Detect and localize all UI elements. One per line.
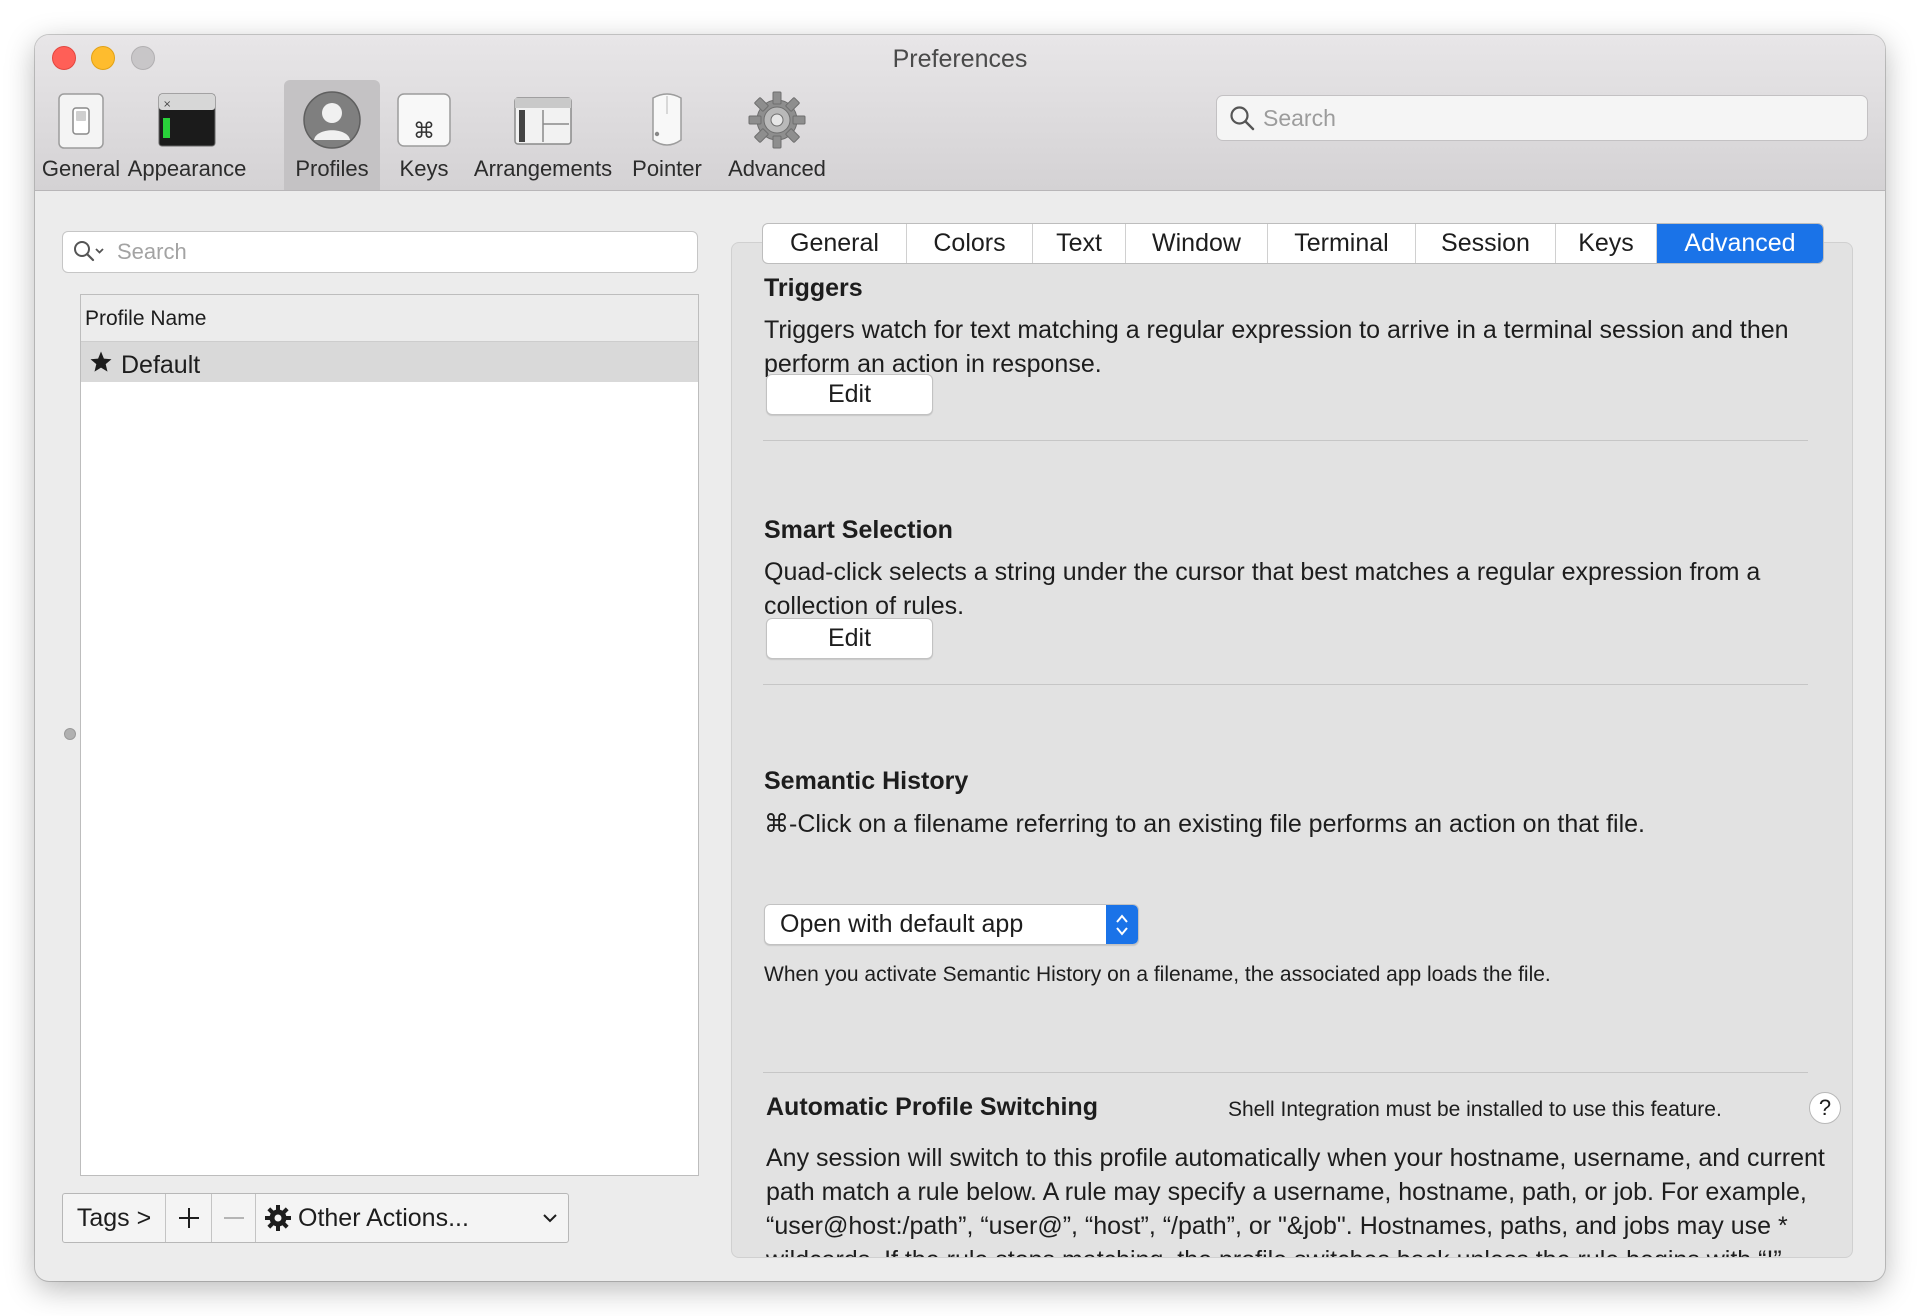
table-row[interactable]: Default [81,342,698,382]
profile-actions-bar: Tags > Other Actions... [62,1193,569,1243]
triggers-title: Triggers [764,274,863,302]
tab-text[interactable]: Text [1033,224,1126,263]
smart-selection-edit-button[interactable]: Edit [766,618,933,659]
search-icon [1229,105,1255,136]
auto-profile-switching-description: Any session will switch to this profile … [766,1144,1825,1257]
profile-name-column-header[interactable]: Profile Name [81,295,698,342]
toolbar-arrangements-label: Arrangements [473,156,613,181]
semantic-history-note: When you activate Semantic History on a … [764,963,1551,986]
shell-integration-notice: Shell Integration must be installed to u… [1228,1098,1722,1121]
terminal-window-icon: × [157,90,217,150]
smart-selection-description: Quad-click selects a string under the cu… [764,558,1761,620]
toolbar-keys[interactable]: ⌘ Keys [385,80,463,190]
profile-search[interactable] [62,231,698,273]
general-switch-icon [51,90,111,150]
toolbar-profiles-label: Profiles [295,156,369,181]
tab-terminal[interactable]: Terminal [1268,224,1416,263]
toolbar-advanced-label: Advanced [728,156,826,181]
toolbar-profiles[interactable]: Profiles [284,80,380,190]
star-icon [89,350,113,381]
semantic-history-action-select[interactable]: Open with default app [764,904,1139,945]
window-arrangement-icon [513,90,573,150]
toolbar-general-label: General [41,156,121,181]
person-silhouette-icon [302,90,362,150]
svg-text:×: × [163,99,171,110]
add-profile-button[interactable] [166,1194,212,1242]
auto-profile-switching-title: Automatic Profile Switching [766,1093,1098,1121]
search-with-options-icon [73,240,107,269]
preferences-search[interactable] [1216,95,1868,141]
toolbar-general[interactable]: General [41,80,121,190]
toolbar-arrangements[interactable]: Arrangements [465,80,621,190]
help-button[interactable]: ? [1809,1092,1841,1124]
other-actions-label: Other Actions... [298,1203,469,1232]
triggers-edit-button[interactable]: Edit [766,374,933,415]
tab-general[interactable]: General [763,224,907,263]
plus-icon [178,1208,199,1228]
gear-icon [265,1205,291,1231]
toolbar-pointer-label: Pointer [632,156,702,181]
triggers-description: Triggers watch for text matching a regul… [764,316,1789,378]
smart-selection-title: Smart Selection [764,516,953,544]
tab-window[interactable]: Window [1126,224,1268,263]
toolbar-pointer[interactable]: Pointer [622,80,712,190]
semantic-history-description: ⌘-Click on a filename referring to an ex… [764,810,1645,838]
tab-keys[interactable]: Keys [1556,224,1657,263]
chevron-down-icon [543,1214,557,1223]
preferences-window: Preferences General × Appearance Profile… [35,35,1885,1281]
toolbar-keys-label: Keys [399,156,449,181]
mouse-icon [637,90,697,150]
divider [763,1072,1808,1073]
other-actions-menu[interactable]: Other Actions... [256,1194,568,1242]
window-title: Preferences [892,45,1028,73]
toolbar-appearance[interactable]: × Appearance [123,80,251,190]
command-key-icon: ⌘ [394,90,454,150]
svg-text:⌘: ⌘ [413,119,435,144]
split-view-handle[interactable] [64,728,76,740]
divider [763,440,1808,441]
profile-row-name: Default [121,350,201,379]
profile-tabs: General Colors Text Window Terminal Sess… [762,223,1824,264]
toolbar-appearance-label: Appearance [127,156,247,181]
remove-profile-button[interactable] [212,1194,256,1242]
tab-colors[interactable]: Colors [907,224,1033,263]
titlebar: Preferences General × Appearance Profile… [35,35,1885,191]
profile-table: Profile Name Default [80,294,699,1176]
preferences-search-input[interactable] [1263,102,1843,134]
tab-advanced[interactable]: Advanced [1657,224,1823,263]
toolbar-advanced[interactable]: Advanced [721,80,833,190]
minus-icon [223,1217,244,1219]
semantic-history-selected-option: Open with default app [780,910,1024,938]
gear-icon [747,90,807,150]
profile-settings-pane: Triggers Triggers watch for text matchin… [731,242,1853,1258]
tab-session[interactable]: Session [1416,224,1556,263]
profile-search-input[interactable] [117,237,677,267]
popup-arrows-icon [1106,905,1138,944]
tags-button[interactable]: Tags > [63,1194,166,1242]
semantic-history-title: Semantic History [764,767,969,795]
divider [763,684,1808,685]
